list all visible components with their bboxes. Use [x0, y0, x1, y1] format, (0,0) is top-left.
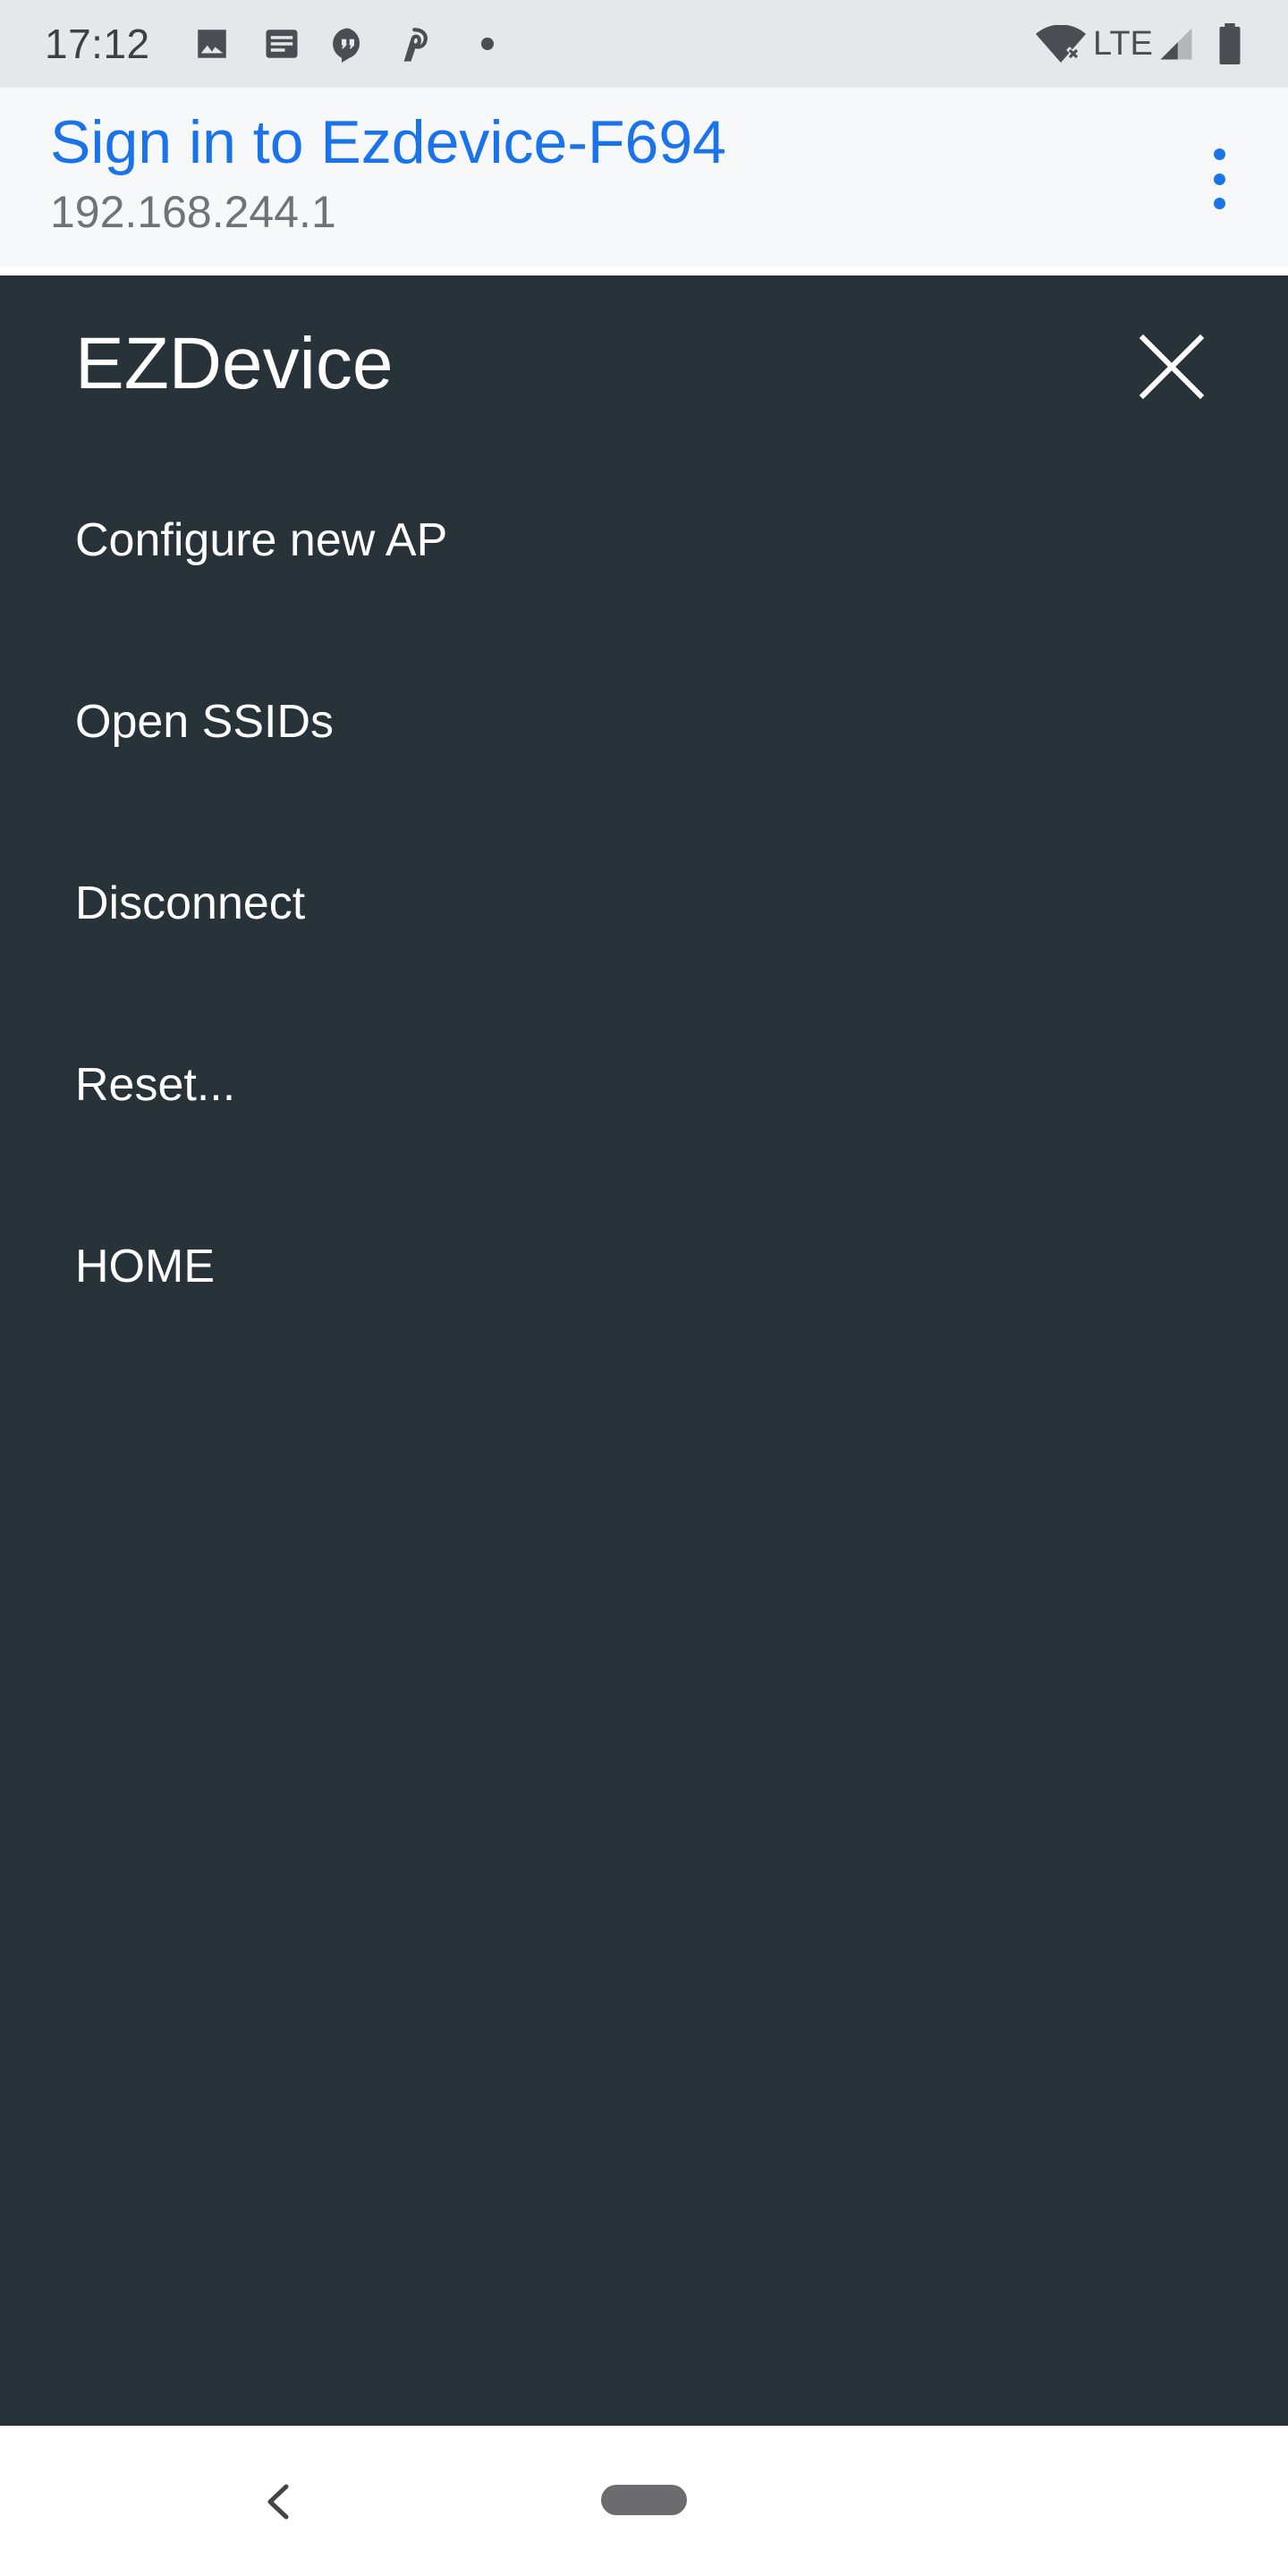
system-nav-bar	[0, 2426, 1288, 2576]
battery-icon	[1209, 23, 1250, 64]
menu-item-home[interactable]: HOME	[75, 1240, 215, 1293]
menu-item-disconnect[interactable]: Disconnect	[75, 877, 305, 930]
menu-item-open-ssids[interactable]: Open SSIDs	[75, 695, 334, 749]
signal-icon	[1156, 23, 1197, 64]
pinterest-icon	[395, 23, 436, 64]
wifi-off-icon	[1036, 23, 1086, 64]
menu-item-reset[interactable]: Reset...	[75, 1058, 235, 1112]
status-time: 17:12	[45, 21, 150, 67]
app-header: Sign in to Ezdevice-F694 192.168.244.1	[0, 88, 1288, 267]
back-button[interactable]	[259, 2479, 295, 2524]
network-type: LTE	[1093, 25, 1153, 63]
drawer-title: EZDevice	[75, 323, 394, 404]
page-title: Sign in to Ezdevice-F694	[50, 108, 726, 176]
status-bar: 17:12 LTE	[0, 0, 1288, 88]
navigation-drawer: EZDevice Configure new AP Open SSIDs Dis…	[0, 275, 1288, 2426]
more-vert-icon	[1213, 198, 1225, 209]
close-icon	[1139, 334, 1205, 400]
notification-dot	[481, 38, 494, 50]
back-icon	[267, 2484, 289, 2520]
page-address: 192.168.244.1	[50, 187, 336, 237]
overflow-menu-button[interactable]	[1199, 143, 1240, 215]
more-vert-icon	[1213, 148, 1225, 160]
image-icon	[191, 23, 233, 64]
quote-icon	[327, 23, 369, 64]
more-vert-icon	[1213, 173, 1225, 185]
message-icon	[261, 23, 302, 64]
menu-item-configure-new-ap[interactable]: Configure new AP	[75, 513, 447, 567]
close-button[interactable]	[1136, 331, 1208, 402]
home-pill-icon[interactable]	[601, 2485, 687, 2515]
